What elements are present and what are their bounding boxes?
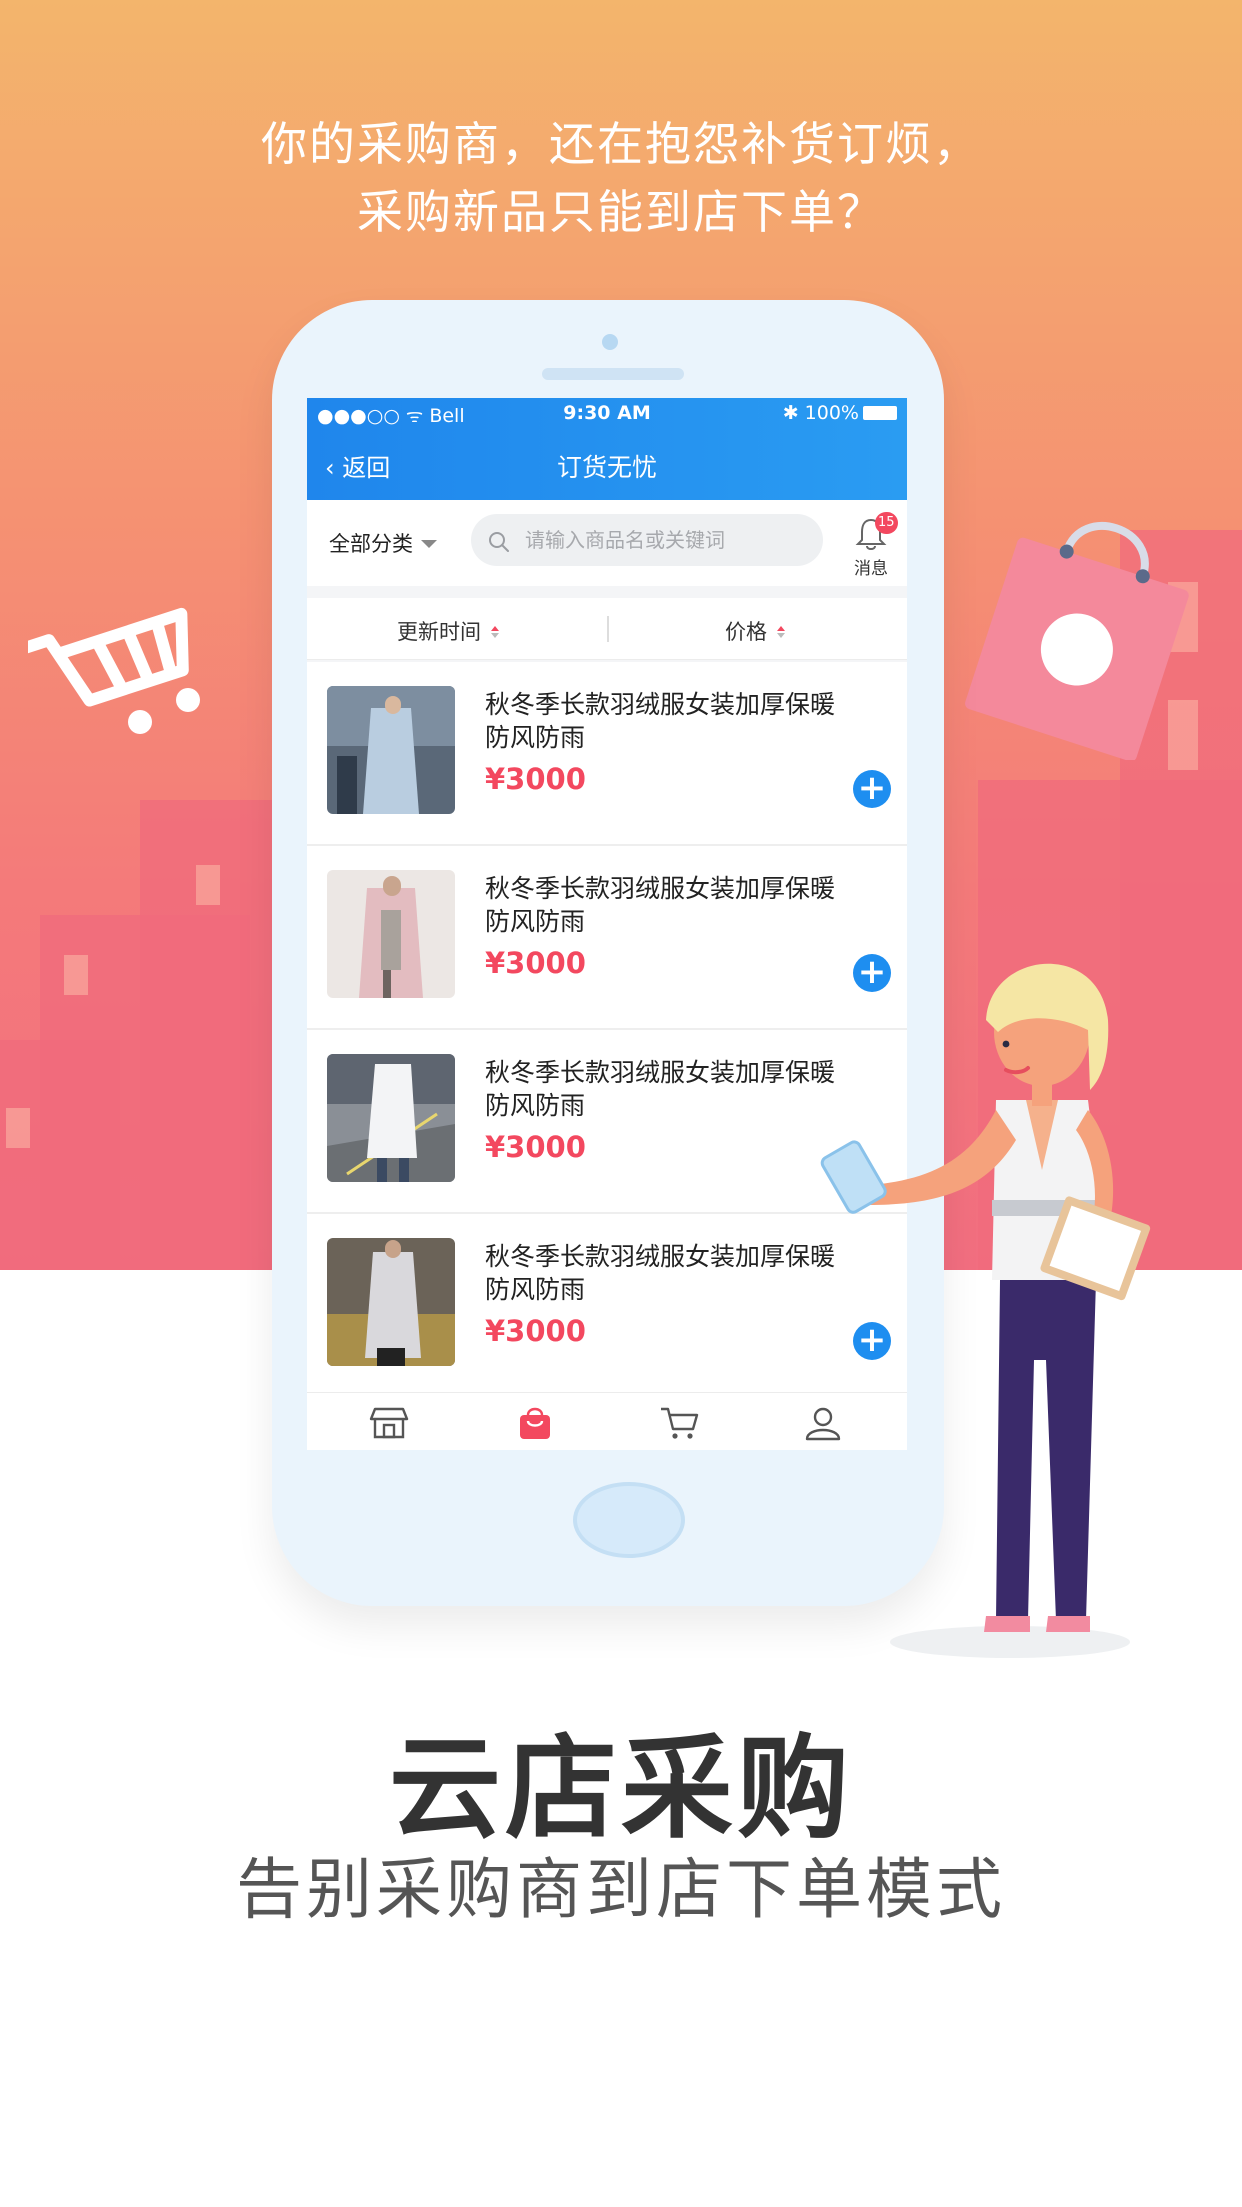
sort-update-time-label: 更新时间 [397, 620, 481, 644]
product-item[interactable]: 秋冬季长款羽绒服女装加厚保暖防风防雨 ¥3000 + [307, 662, 907, 846]
phone-speaker [542, 368, 684, 380]
product-image [327, 686, 455, 814]
businesswoman-illustration [820, 963, 1151, 1658]
status-bar: ●●●○○ ᯤ Bell 9:30 AM ✱ 100% [307, 398, 907, 428]
product-name: 秋冬季长款羽绒服女装加厚保暖防风防雨 [485, 690, 836, 752]
app-screen: ●●●○○ ᯤ Bell 9:30 AM ✱ 100% ‹ 返回 订货无忧 全部… [307, 398, 907, 1450]
product-name: 秋冬季长款羽绒服女装加厚保暖防风防雨 [485, 1242, 836, 1304]
category-dropdown[interactable]: 全部分类 [329, 528, 437, 558]
caret-down-icon [421, 540, 437, 548]
shopping-cart-icon [28, 607, 200, 734]
product-name: 秋冬季长款羽绒服女装加厚保暖防风防雨 [485, 1058, 836, 1120]
sort-price-label: 价格 [725, 620, 767, 644]
product-price: ¥3000 [485, 1130, 586, 1164]
battery-status: ✱ 100% [783, 402, 897, 424]
battery-percent: 100% [804, 402, 859, 424]
product-image [327, 1238, 455, 1366]
phone-home-button [573, 1482, 685, 1558]
messages-label: 消息 [854, 559, 888, 579]
product-image [327, 870, 455, 998]
page-title: 订货无忧 [556, 453, 657, 482]
product-price: ¥3000 [485, 762, 586, 796]
messages-button[interactable]: 15 消息 [843, 512, 899, 579]
bag-icon[interactable] [515, 1405, 555, 1441]
app-header: ●●●○○ ᯤ Bell 9:30 AM ✱ 100% ‹ 返回 订货无忧 [307, 398, 907, 500]
sort-divider [607, 616, 609, 642]
category-label: 全部分类 [329, 532, 413, 556]
product-list: 秋冬季长款羽绒服女装加厚保暖防风防雨 ¥3000 + 秋冬季长款羽绒服女装加厚保… [307, 662, 907, 1398]
product-item[interactable]: 秋冬季长款羽绒服女装加厚保暖防风防雨 ¥3000 + [307, 846, 907, 1030]
sort-arrows-icon [491, 626, 499, 638]
sort-by-update-time[interactable]: 更新时间 [397, 616, 499, 646]
shopping-bag-icon [965, 522, 1189, 760]
product-price: ¥3000 [485, 946, 586, 980]
add-to-cart-button[interactable]: + [853, 770, 891, 808]
search-icon [489, 532, 509, 552]
bluetooth-icon: ✱ [782, 402, 805, 424]
cart-icon[interactable] [659, 1405, 699, 1441]
product-name: 秋冬季长款羽绒服女装加厚保暖防风防雨 [485, 874, 836, 936]
message-count-badge: 15 [875, 512, 898, 534]
search-input[interactable] [471, 514, 823, 566]
product-image [327, 1054, 455, 1182]
product-price: ¥3000 [485, 1314, 586, 1348]
battery-icon [863, 406, 897, 420]
phone-camera [602, 334, 618, 350]
search-bar: 全部分类 15 消息 [307, 500, 907, 586]
sort-arrows-icon [777, 626, 785, 638]
tagline-line-2: 采购新品只能到店下单？ [357, 185, 885, 239]
product-item[interactable]: 秋冬季长款羽绒服女装加厚保暖防风防雨 ¥3000 + [307, 1214, 907, 1398]
sort-bar: 更新时间 价格 [307, 598, 907, 660]
tagline-line-1: 你的采购商，还在抱怨补货订烦， [261, 117, 981, 171]
promo-subheadline: 告别采购商到店下单模式 [236, 1851, 1006, 1928]
sort-by-price[interactable]: 价格 [725, 616, 785, 646]
store-icon[interactable] [369, 1405, 409, 1441]
bottom-tab-bar [307, 1392, 907, 1450]
product-item[interactable]: 秋冬季长款羽绒服女装加厚保暖防风防雨 ¥3000 [307, 1030, 907, 1214]
